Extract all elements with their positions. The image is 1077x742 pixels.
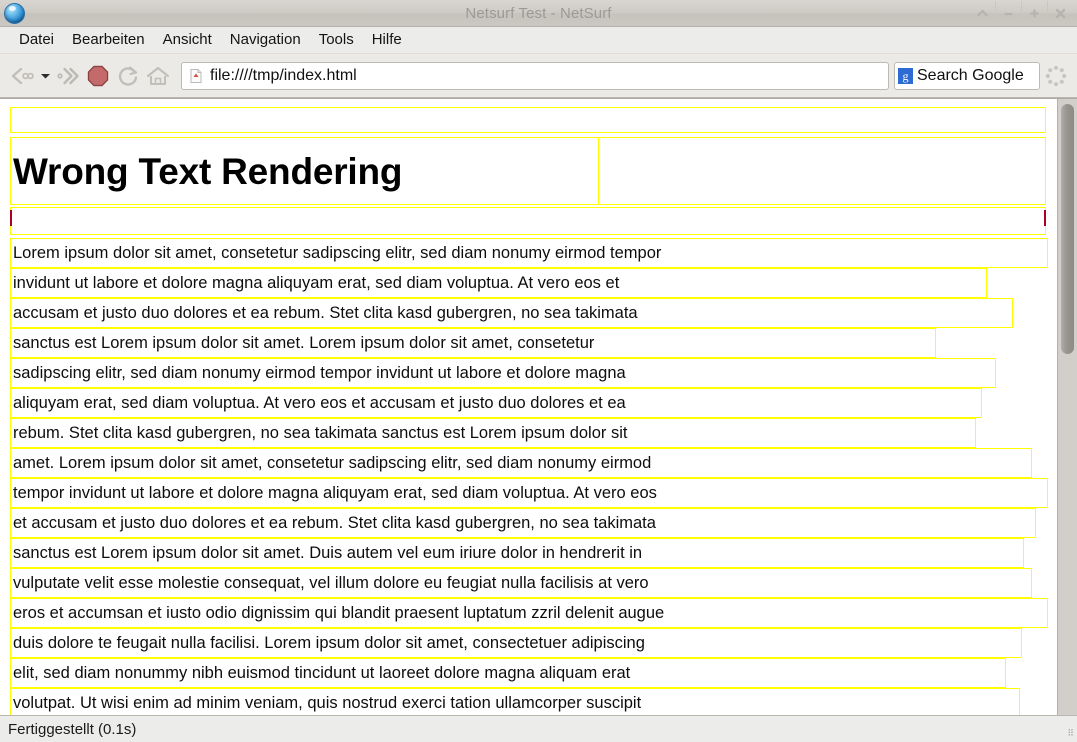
text-line: duis dolore te feugait nulla facilisi. L…	[13, 635, 645, 652]
text-line: eros et accumsan et iusto odio dignissim…	[13, 605, 664, 622]
text-line-box: amet. Lorem ipsum dolor sit amet, conset…	[10, 448, 1032, 478]
text-line-box: aliquyam erat, sed diam voluptua. At ver…	[10, 388, 982, 418]
text-line-box: elit, sed diam nonummy nibh euismod tinc…	[10, 658, 1006, 688]
heading-cell-empty	[599, 138, 1045, 204]
menu-item-hilfe[interactable]: Hilfe	[363, 29, 411, 51]
page-title: Wrong Text Rendering	[13, 153, 402, 190]
text-line-box: Lorem ipsum dolor sit amet, consetetur s…	[10, 238, 1048, 268]
status-text: Fertiggestellt (0.1s)	[8, 721, 136, 738]
heading-cell: Wrong Text Rendering	[11, 138, 599, 204]
text-line-box: eros et accumsan et iusto odio dignissim…	[10, 598, 1048, 628]
window-controls	[970, 0, 1077, 26]
text-line-box: accusam et justo duo dolores et ea rebum…	[10, 298, 1013, 328]
top-spacer-box	[10, 107, 1046, 133]
text-line: vulputate velit esse molestie consequat,…	[13, 575, 649, 592]
minimize-button[interactable]	[995, 1, 1021, 25]
text-line: amet. Lorem ipsum dolor sit amet, conset…	[13, 455, 651, 472]
text-line: tempor invidunt ut labore et dolore magn…	[13, 485, 657, 502]
text-line: et accusam et justo duo dolores et ea re…	[13, 515, 656, 532]
vertical-scrollbar[interactable]	[1057, 99, 1077, 715]
menu-item-datei[interactable]: Datei	[10, 29, 63, 51]
page-content[interactable]: Wrong Text Rendering Lorem ipsum dolor s…	[0, 99, 1057, 715]
text-line: aliquyam erat, sed diam voluptua. At ver…	[13, 395, 626, 412]
paragraph-lines: Lorem ipsum dolor sit amet, consetetur s…	[10, 238, 1057, 715]
text-line: sadipscing elitr, sed diam nonumy eirmod…	[13, 365, 626, 382]
home-icon[interactable]	[143, 61, 173, 91]
text-line: volutpat. Ut wisi enim ad minim veniam, …	[13, 695, 641, 712]
text-line-box: vulputate velit esse molestie consequat,…	[10, 568, 1032, 598]
forward-arrow-icon[interactable]	[53, 61, 83, 91]
red-marker-box	[10, 207, 1046, 235]
text-line: accusam et justo duo dolores et ea rebum…	[13, 305, 638, 322]
globe-icon	[3, 2, 25, 24]
window-title: Netsurf Test - NetSurf	[0, 5, 1077, 22]
url-text: file:////tmp/index.html	[210, 67, 357, 85]
text-line: sanctus est Lorem ipsum dolor sit amet. …	[13, 545, 642, 562]
menu-bar: Datei Bearbeiten Ansicht Navigation Tool…	[0, 27, 1077, 54]
browser-window: Netsurf Test - NetSurf Datei Bearbeiten …	[0, 0, 1077, 742]
shade-button[interactable]	[970, 1, 995, 25]
text-line: sanctus est Lorem ipsum dolor sit amet. …	[13, 335, 594, 352]
text-line-box: et accusam et justo duo dolores et ea re…	[10, 508, 1036, 538]
search-bar[interactable]: g Search Google	[894, 62, 1040, 90]
text-line: rebum. Stet clita kasd gubergren, no sea…	[13, 425, 627, 442]
stop-icon[interactable]	[83, 61, 113, 91]
back-arrow-icon[interactable]	[7, 61, 37, 91]
text-line-box: volutpat. Ut wisi enim ad minim veniam, …	[10, 688, 1020, 715]
menu-item-navigation[interactable]: Navigation	[221, 29, 310, 51]
resize-grip[interactable]: ⠿	[1062, 727, 1074, 739]
close-button[interactable]	[1047, 1, 1073, 25]
navigation-toolbar: file:////tmp/index.html g Search Google	[0, 54, 1077, 98]
menu-item-tools[interactable]: Tools	[310, 29, 363, 51]
text-line: elit, sed diam nonummy nibh euismod tinc…	[13, 665, 630, 682]
reload-icon[interactable]	[113, 61, 143, 91]
scrollbar-thumb[interactable]	[1061, 104, 1074, 354]
text-line: Lorem ipsum dolor sit amet, consetetur s…	[13, 245, 661, 262]
menu-item-ansicht[interactable]: Ansicht	[154, 29, 221, 51]
search-text: Search Google	[917, 67, 1024, 85]
url-bar[interactable]: file:////tmp/index.html	[181, 62, 889, 90]
text-line-box: sadipscing elitr, sed diam nonumy eirmod…	[10, 358, 996, 388]
google-icon: g	[898, 68, 913, 84]
menu-item-bearbeiten[interactable]: Bearbeiten	[63, 29, 154, 51]
throbber-icon	[1042, 62, 1070, 90]
text-line: invidunt ut labore et dolore magna aliqu…	[13, 275, 619, 292]
heading-row: Wrong Text Rendering	[10, 137, 1046, 205]
title-bar: Netsurf Test - NetSurf	[0, 0, 1077, 27]
text-line-box: duis dolore te feugait nulla facilisi. L…	[10, 628, 1022, 658]
chevron-down-icon[interactable]	[37, 61, 53, 91]
maximize-button[interactable]	[1021, 1, 1047, 25]
text-line-box: sanctus est Lorem ipsum dolor sit amet. …	[10, 328, 936, 358]
text-line-box: sanctus est Lorem ipsum dolor sit amet. …	[10, 538, 1024, 568]
status-bar: Fertiggestellt (0.1s) ⠿	[0, 715, 1077, 742]
page-viewport: Wrong Text Rendering Lorem ipsum dolor s…	[0, 98, 1077, 715]
page-icon	[188, 68, 204, 84]
text-line-box: invidunt ut labore et dolore magna aliqu…	[10, 268, 987, 298]
text-line-box: tempor invidunt ut labore et dolore magn…	[10, 478, 1048, 508]
text-line-box: rebum. Stet clita kasd gubergren, no sea…	[10, 418, 976, 448]
